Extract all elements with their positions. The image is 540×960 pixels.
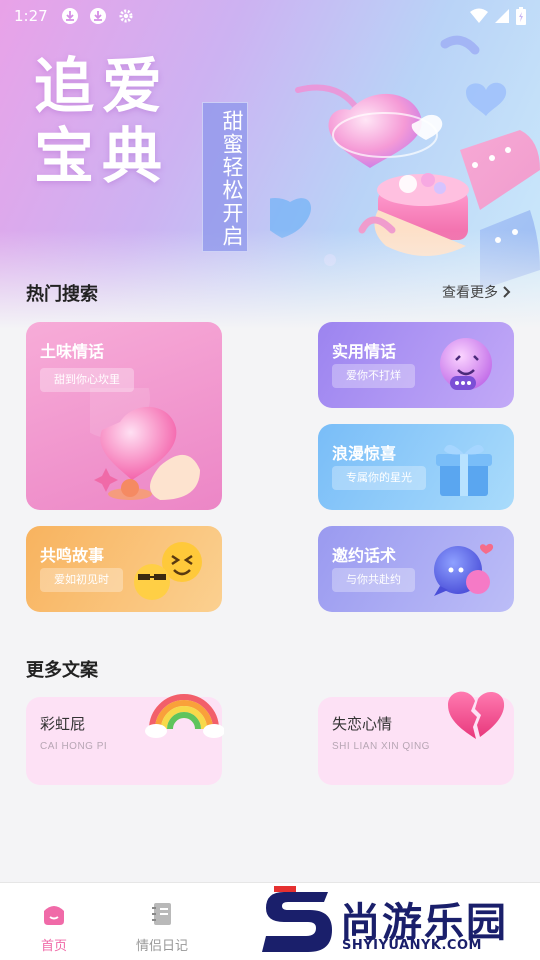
card-title: 实用情话: [332, 342, 397, 361]
download-icon: [88, 6, 108, 26]
status-bar: 1:27: [0, 0, 540, 32]
card-tag: 爱如初见时: [40, 568, 123, 592]
wifi-icon: [470, 8, 488, 23]
gift-box-icon: [436, 444, 492, 496]
chat-bubbles-icon: [434, 543, 494, 596]
card-title: 失恋心情: [332, 715, 393, 733]
broken-heart-icon: [448, 691, 505, 739]
card-tag: 爱你不打烊: [332, 364, 415, 388]
card-tuwei-qinghua[interactable]: 土味情话 甜到你心坎里: [26, 322, 222, 510]
card-shilian-xinqing[interactable]: 失恋心情 SHI LIAN XIN QING: [318, 691, 514, 785]
status-time: 1:27: [14, 7, 48, 25]
notebook-icon: [152, 903, 171, 925]
gear-icon: [116, 6, 136, 26]
card-caihong-pi[interactable]: 彩虹屁 CAI HONG PI: [26, 694, 224, 785]
watermark-logo-icon: [262, 886, 332, 952]
battery-icon: [516, 7, 526, 25]
card-tag: 专属你的星光: [332, 466, 426, 490]
more-copy-title: 更多文案: [26, 660, 98, 681]
site-watermark: 尚游乐园 SHYIYUANYK.COM: [262, 886, 540, 960]
card-langman-jingxi[interactable]: 浪漫惊喜 专属你的星光: [318, 424, 514, 510]
card-subtitle: CAI HONG PI: [40, 741, 108, 752]
rainbow-icon: [145, 694, 224, 738]
card-subtitle: SHI LIAN XIN QING: [332, 741, 430, 752]
hero-subtitle: 甜蜜轻松开启: [202, 102, 248, 252]
heart-hand-icon: [90, 388, 200, 500]
tab-label: 情侣日记: [135, 939, 188, 954]
card-yaoyue-huashu[interactable]: 邀约话术 与你共赴约: [318, 526, 514, 612]
card-title: 邀约话术: [332, 546, 397, 565]
tab-home[interactable]: 首页: [14, 901, 94, 954]
watermark-url: SHYIYUANYK.COM: [342, 938, 482, 953]
chevron-right-icon: [503, 286, 511, 298]
signal-icon: [495, 9, 509, 23]
card-title: 土味情话: [40, 342, 105, 361]
status-right: [470, 7, 526, 25]
card-gongming-gushi[interactable]: 共鸣故事 爱如初见时: [26, 526, 222, 612]
card-title: 浪漫惊喜: [332, 444, 397, 463]
card-tag: 与你共赴约: [332, 568, 415, 592]
emoji-faces-icon: [134, 542, 202, 600]
hot-search-title: 热门搜索: [26, 284, 98, 305]
see-more-label: 查看更多: [442, 285, 498, 301]
card-title: 彩虹屁: [40, 715, 86, 733]
download-icon: [60, 6, 80, 26]
home-icon: [44, 906, 64, 925]
card-shiyong-qinghua[interactable]: 实用情话 爱你不打烊: [318, 322, 514, 408]
chat-bubble-emoji-icon: [440, 338, 492, 390]
card-title: 共鸣故事: [40, 546, 105, 565]
see-more-link[interactable]: 查看更多: [442, 282, 512, 302]
tab-label: 首页: [40, 939, 67, 954]
tab-diary[interactable]: 情侣日记: [122, 901, 202, 954]
hero-title: 追爱 宝典: [34, 52, 170, 192]
